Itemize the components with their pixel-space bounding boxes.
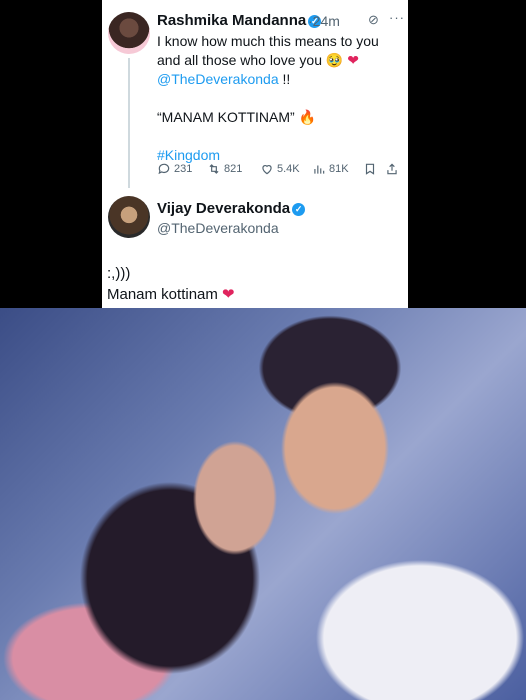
- like-button[interactable]: 5.4K: [260, 162, 300, 176]
- thread-line: [128, 58, 130, 188]
- more-options-icon[interactable]: ···: [389, 10, 405, 25]
- retweet-button[interactable]: 821: [207, 162, 242, 176]
- author-avatar[interactable]: [108, 12, 150, 54]
- reply-button[interactable]: 231: [157, 162, 192, 176]
- reply-author-handle[interactable]: @TheDeverakonda: [157, 220, 279, 236]
- reply-author-avatar[interactable]: [108, 196, 150, 238]
- couple-photo: [0, 308, 526, 700]
- tweet-quote: “MANAM KOTTINAM” 🔥: [157, 109, 316, 125]
- retweet-icon: [209, 164, 219, 174]
- share-icon: [387, 163, 397, 175]
- tweet-time[interactable]: ·24m: [308, 13, 340, 29]
- tweet-text: I know how much this means to you and al…: [157, 32, 405, 165]
- bookmark-icon: [365, 163, 375, 175]
- caption-text: :,))) Manam kottinam ❤: [107, 265, 235, 303]
- reply-icon: [158, 163, 170, 175]
- heart-icon: [262, 165, 272, 175]
- views-button[interactable]: 81K: [312, 162, 349, 176]
- mention-link[interactable]: @TheDeverakonda: [157, 71, 279, 87]
- author-name[interactable]: Rashmika Mandanna ✓: [157, 12, 322, 29]
- bookmark-button[interactable]: [363, 162, 377, 176]
- share-button[interactable]: [385, 162, 399, 176]
- views-icon: [314, 165, 325, 174]
- tweet-screenshot: Rashmika Mandanna ✓ ·24m ⊘ ··· I know how…: [102, 0, 408, 308]
- reply-author-name[interactable]: Vijay Deverakonda ✓: [157, 200, 306, 217]
- tweet-actions: 231 821 5.4K 81K: [157, 162, 402, 180]
- heart-emoji-icon: ❤: [222, 286, 235, 303]
- grok-icon[interactable]: ⊘: [368, 12, 379, 28]
- heart-emoji-icon: ❤: [347, 52, 359, 68]
- verified-badge-icon: ✓: [292, 203, 306, 216]
